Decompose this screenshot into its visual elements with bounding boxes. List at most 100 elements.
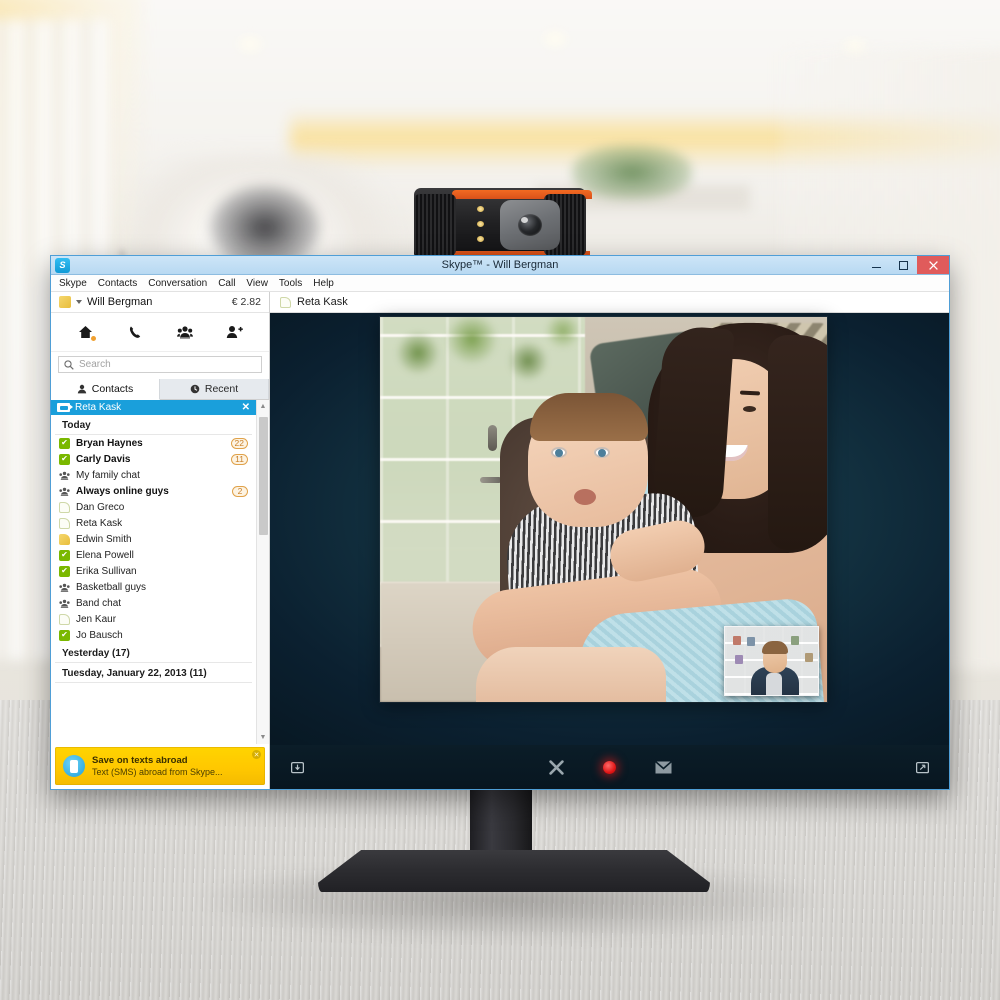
status-badge: 11 bbox=[231, 453, 248, 465]
contact-list-scrollbar[interactable]: ▲ ▼ bbox=[256, 400, 269, 744]
video-camera-icon bbox=[57, 403, 73, 412]
group-chat-icon bbox=[59, 598, 70, 609]
list-item[interactable]: Jen Kaur bbox=[51, 611, 256, 627]
contact-name: Basketball guys bbox=[76, 581, 147, 593]
webcam-led-3 bbox=[477, 236, 484, 242]
home-notification-dot bbox=[90, 336, 96, 341]
chevron-down-icon[interactable] bbox=[76, 300, 82, 304]
menu-item-call[interactable]: Call bbox=[218, 278, 235, 289]
menu-bar: Skype Contacts Conversation Call View To… bbox=[51, 275, 949, 292]
self-view-video[interactable] bbox=[724, 626, 819, 696]
menu-item-conversation[interactable]: Conversation bbox=[148, 278, 207, 289]
search-section bbox=[51, 352, 269, 379]
selected-conversation-row[interactable]: Reta Kask ✕ bbox=[51, 400, 256, 415]
list-item[interactable]: Dan Greco bbox=[51, 499, 256, 515]
group-chat-icon bbox=[59, 470, 70, 481]
presence-away-icon bbox=[59, 533, 70, 545]
add-contact-icon[interactable] bbox=[223, 321, 245, 343]
home-icon[interactable] bbox=[75, 321, 97, 343]
menu-item-skype[interactable]: Skype bbox=[59, 278, 87, 289]
presence-online-icon: ✔ bbox=[59, 629, 70, 641]
account-balance[interactable]: € 2.82 bbox=[232, 296, 261, 308]
scene-root: S Skype™ - Will Bergman Skype Contacts C… bbox=[0, 0, 1000, 1000]
close-icon[interactable]: ✕ bbox=[242, 402, 250, 413]
snapshot-icon[interactable] bbox=[286, 756, 308, 778]
monitor: S Skype™ - Will Bergman Skype Contacts C… bbox=[50, 255, 950, 790]
conversation-panel: Reta Kask bbox=[270, 292, 949, 789]
contact-name: My family chat bbox=[76, 469, 140, 481]
list-item[interactable]: Basketball guys bbox=[51, 579, 256, 595]
list-item[interactable]: Always online guys 2 bbox=[51, 483, 256, 499]
fullscreen-icon[interactable] bbox=[911, 756, 933, 778]
search-input[interactable] bbox=[79, 359, 256, 370]
skype-window: S Skype™ - Will Bergman Skype Contacts C… bbox=[50, 255, 950, 790]
menu-item-tools[interactable]: Tools bbox=[279, 278, 302, 289]
conversation-contact-name: Reta Kask bbox=[297, 296, 348, 308]
contact-name: Band chat bbox=[76, 597, 122, 609]
contact-name: Carly Davis bbox=[76, 453, 131, 465]
list-item[interactable]: ✔ Jo Bausch bbox=[51, 627, 256, 643]
presence-online-icon: ✔ bbox=[59, 565, 70, 577]
webcam-grille-left bbox=[414, 194, 456, 256]
avatar[interactable] bbox=[59, 296, 71, 308]
close-button[interactable] bbox=[917, 256, 949, 274]
chevron-down-icon[interactable]: ▼ bbox=[260, 731, 267, 744]
main-video[interactable] bbox=[380, 317, 827, 702]
list-item[interactable]: Edwin Smith bbox=[51, 531, 256, 547]
maximize-button[interactable] bbox=[890, 256, 917, 274]
list-item[interactable]: ✔ Elena Powell bbox=[51, 547, 256, 563]
call-toolbar bbox=[270, 745, 949, 789]
window-controls bbox=[863, 256, 949, 274]
window-title: Skype™ - Will Bergman bbox=[441, 259, 559, 271]
phone-icon[interactable] bbox=[124, 321, 146, 343]
menu-item-help[interactable]: Help bbox=[313, 278, 334, 289]
scrollbar-track[interactable] bbox=[257, 413, 269, 731]
presence-offline-icon bbox=[59, 613, 70, 625]
menu-item-contacts[interactable]: Contacts bbox=[98, 278, 137, 289]
left-panel: Will Bergman € 2.82 Search Contacts Rece… bbox=[51, 292, 270, 789]
tab-recent-label: Recent bbox=[204, 383, 239, 395]
contact-name: Dan Greco bbox=[76, 501, 125, 513]
tab-recent[interactable]: Recent bbox=[160, 379, 269, 399]
status-badge: 22 bbox=[230, 437, 248, 449]
group-header-today: Today bbox=[55, 415, 252, 435]
chevron-up-icon[interactable]: ▲ bbox=[260, 400, 267, 413]
webcam-lens bbox=[518, 214, 542, 236]
close-icon[interactable]: ✕ bbox=[252, 750, 261, 759]
minimize-button[interactable] bbox=[863, 256, 890, 274]
date-separator-yesterday: Yesterday (17) bbox=[55, 643, 252, 663]
search-box[interactable] bbox=[58, 356, 262, 373]
menu-item-view[interactable]: View bbox=[246, 278, 268, 289]
contact-name: Erika Sullivan bbox=[76, 565, 137, 577]
contact-name: Jo Bausch bbox=[76, 629, 123, 641]
record-dot-icon[interactable] bbox=[603, 760, 616, 774]
contact-name: Elena Powell bbox=[76, 549, 134, 561]
contact-offline-icon bbox=[280, 296, 291, 308]
group-chat-icon bbox=[59, 582, 70, 593]
scrollbar-thumb[interactable] bbox=[259, 417, 268, 535]
list-item[interactable]: Reta Kask bbox=[51, 515, 256, 531]
conversation-header: Reta Kask bbox=[270, 292, 949, 313]
close-x-icon[interactable] bbox=[545, 756, 567, 778]
contact-name: Jen Kaur bbox=[76, 613, 117, 625]
list-item[interactable]: ✔ Bryan Haynes 22 bbox=[51, 435, 256, 451]
promo-title: Save on texts abroad bbox=[92, 755, 188, 766]
list-item[interactable]: ✔ Carly Davis 11 bbox=[51, 451, 256, 467]
envelope-icon[interactable] bbox=[652, 756, 674, 778]
list-item[interactable]: My family chat bbox=[51, 467, 256, 483]
group-chat-icon bbox=[59, 486, 70, 497]
webcam-led-2 bbox=[477, 221, 484, 227]
presence-online-icon: ✔ bbox=[59, 437, 70, 449]
webcam-led-1 bbox=[477, 206, 484, 212]
promo-banner[interactable]: Save on texts abroad Text (SMS) abroad f… bbox=[55, 747, 265, 785]
list-item[interactable]: ✔ Erika Sullivan bbox=[51, 563, 256, 579]
monitor-stand-base bbox=[318, 850, 710, 892]
account-bar[interactable]: Will Bergman € 2.82 bbox=[51, 292, 269, 313]
title-bar: S Skype™ - Will Bergman bbox=[51, 256, 949, 275]
presence-online-icon: ✔ bbox=[59, 453, 70, 465]
tab-contacts[interactable]: Contacts bbox=[51, 379, 160, 400]
group-icon[interactable] bbox=[174, 321, 196, 343]
presence-online-icon: ✔ bbox=[59, 549, 70, 561]
list-item[interactable]: Band chat bbox=[51, 595, 256, 611]
ceiling-light-1 bbox=[235, 35, 265, 53]
